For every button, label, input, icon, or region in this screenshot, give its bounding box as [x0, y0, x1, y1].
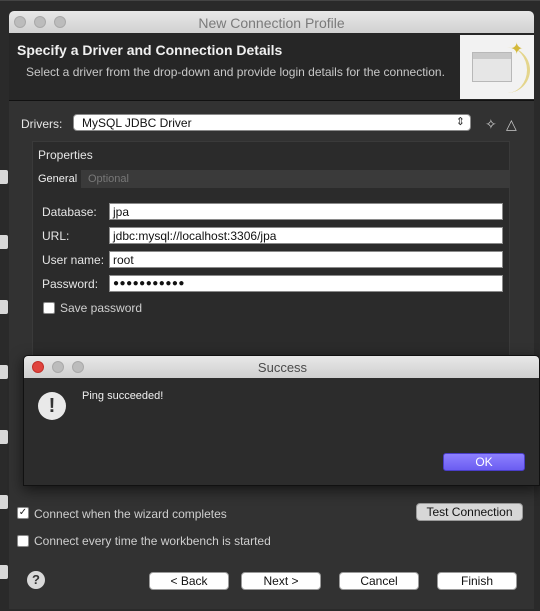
driver-select[interactable]: MySQL JDBC Driver ⇕ — [73, 114, 471, 131]
username-field[interactable]: root — [109, 251, 503, 268]
test-connection-button[interactable]: Test Connection — [416, 503, 523, 521]
wizard-banner-icon: ✦ — [460, 35, 534, 99]
driver-select-value: MySQL JDBC Driver — [82, 116, 192, 130]
username-label: User name: — [42, 253, 105, 267]
properties-group: Properties General Optional Database: jp… — [32, 141, 510, 369]
background-tab-marker — [0, 365, 8, 379]
connect-every-time-label: Connect every time the workbench is star… — [34, 534, 271, 548]
drivers-label: Drivers: — [21, 117, 63, 131]
tab-general[interactable]: General — [34, 170, 82, 188]
back-button[interactable]: < Back — [149, 572, 229, 590]
password-label: Password: — [42, 277, 99, 291]
save-password-checkbox[interactable] — [43, 302, 55, 314]
chevron-updown-icon: ⇕ — [455, 116, 465, 128]
background-tab-marker — [0, 495, 8, 509]
finish-button[interactable]: Finish — [437, 572, 517, 590]
connect-on-complete-label: Connect when the wizard completes — [34, 507, 227, 521]
background-tab-marker — [0, 430, 8, 444]
connect-on-complete-checkbox[interactable]: ✓ — [17, 507, 29, 519]
url-label: URL: — [42, 229, 70, 243]
sparkle-star-icon: ✦ — [510, 41, 524, 58]
save-password-label: Save password — [60, 301, 143, 315]
database-field[interactable]: jpa — [109, 203, 503, 220]
properties-title: Properties — [38, 148, 93, 162]
properties-tabs: General Optional — [34, 170, 510, 188]
wizard-header: Specify a Driver and Connection Details … — [9, 33, 534, 101]
tab-optional[interactable]: Optional — [84, 170, 133, 188]
database-label: Database: — [42, 205, 97, 219]
new-driver-icon[interactable]: ✧ — [485, 116, 497, 133]
dialog-titlebar[interactable]: Success — [24, 356, 539, 378]
exclamation-icon: ! — [38, 392, 66, 420]
next-button[interactable]: Next > — [241, 572, 321, 590]
success-dialog: Success ! Ping succeeded! OK — [23, 355, 540, 486]
page-description: Select a driver from the drop-down and p… — [26, 65, 445, 79]
background-tab-marker — [0, 235, 8, 249]
background-tab-marker — [0, 565, 8, 579]
background-tab-marker — [0, 300, 8, 314]
dialog-title: Success — [257, 360, 308, 375]
cancel-button[interactable]: Cancel — [339, 572, 419, 590]
background-window-edge — [0, 0, 540, 1]
help-icon[interactable]: ? — [27, 571, 45, 589]
background-tab-marker — [0, 170, 8, 184]
connect-every-time-checkbox[interactable] — [17, 535, 29, 547]
window-titlebar[interactable]: New Connection Profile — [9, 11, 534, 33]
dialog-message: Ping succeeded! — [82, 390, 164, 402]
password-field[interactable]: ●●●●●●●●●●● — [109, 275, 503, 292]
window-title: New Connection Profile — [198, 15, 345, 31]
url-field[interactable]: jdbc:mysql://localhost:3306/jpa — [109, 227, 503, 244]
ok-button[interactable]: OK — [443, 453, 525, 471]
new-connection-profile-window: New Connection Profile Specify a Driver … — [9, 11, 534, 609]
edit-driver-icon[interactable]: △ — [506, 116, 517, 133]
page-title: Specify a Driver and Connection Details — [17, 42, 283, 58]
